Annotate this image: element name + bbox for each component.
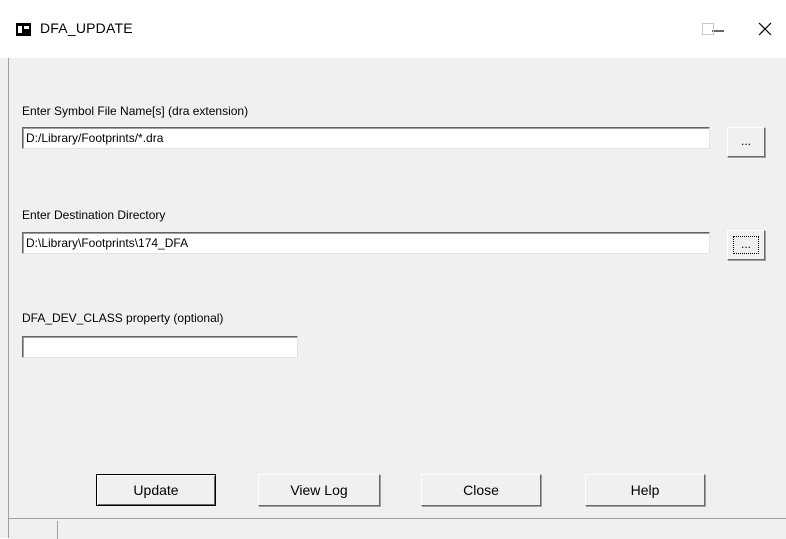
close-icon: [758, 22, 772, 36]
maximize-icon: [702, 23, 714, 35]
close-button[interactable]: [745, 14, 785, 44]
symbol-file-input[interactable]: [22, 127, 710, 149]
title-bar[interactable]: DFA_UPDATE: [0, 0, 786, 58]
dfa-update-window: DFA_UPDATE Enter Symbol File Name[s] (dr…: [0, 0, 786, 539]
dev-class-input[interactable]: [22, 336, 298, 358]
symbol-browse-label: ...: [740, 134, 751, 148]
symbol-file-label: Enter Symbol File Name[s] (dra extension…: [22, 104, 249, 118]
help-button[interactable]: Help: [585, 474, 705, 506]
destination-browse-button[interactable]: ...: [727, 230, 765, 260]
dev-class-label: DFA_DEV_CLASS property (optional): [22, 311, 224, 325]
symbol-browse-button[interactable]: ...: [727, 127, 765, 157]
status-bar: [9, 518, 786, 539]
destination-label: Enter Destination Directory: [22, 208, 166, 222]
status-pane: [9, 521, 58, 539]
maximize-button[interactable]: [688, 14, 728, 44]
close-dialog-button[interactable]: Close: [421, 474, 541, 506]
destination-input[interactable]: [22, 232, 710, 254]
update-button[interactable]: Update: [96, 474, 216, 506]
window-title: DFA_UPDATE: [40, 20, 133, 36]
focus-rectangle: [733, 236, 759, 254]
view-log-button[interactable]: View Log: [258, 474, 380, 506]
app-window-icon: [16, 23, 31, 36]
